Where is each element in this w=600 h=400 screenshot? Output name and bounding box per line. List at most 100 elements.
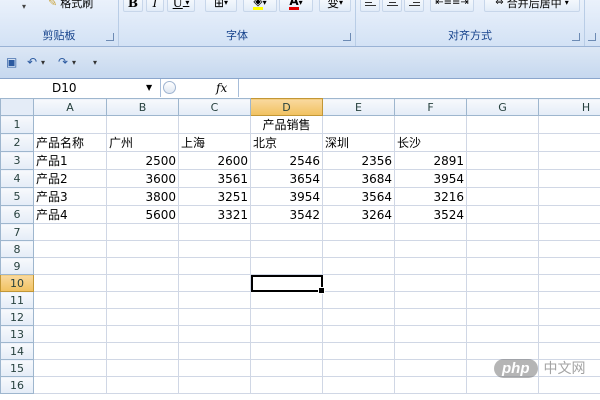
row-header[interactable]: 14 xyxy=(0,342,34,360)
row-header[interactable]: 5 xyxy=(0,187,34,206)
cell[interactable] xyxy=(178,308,251,326)
cell[interactable]: 3800 xyxy=(106,187,179,206)
cell[interactable] xyxy=(394,240,467,258)
cell[interactable] xyxy=(322,359,395,377)
cell[interactable] xyxy=(466,115,539,134)
cell[interactable] xyxy=(394,274,467,292)
cell[interactable]: 3600 xyxy=(106,169,179,188)
cell[interactable]: 5600 xyxy=(106,205,179,224)
expand-circle-icon[interactable] xyxy=(163,81,176,94)
cell[interactable]: 广州 xyxy=(106,133,179,152)
cell[interactable] xyxy=(322,274,395,292)
cell[interactable] xyxy=(33,274,107,292)
cell[interactable]: 3216 xyxy=(394,187,467,206)
cell[interactable] xyxy=(250,376,323,394)
italic-button[interactable]: I xyxy=(146,0,164,12)
cell[interactable] xyxy=(250,308,323,326)
cell[interactable] xyxy=(538,187,600,206)
cell[interactable] xyxy=(106,291,179,309)
column-header-selected[interactable]: D xyxy=(250,98,323,116)
cell[interactable] xyxy=(33,115,107,134)
font-color-button[interactable]: A ▾ xyxy=(279,0,313,12)
redo-icon[interactable]: ↷ xyxy=(58,55,68,69)
row-header[interactable]: 7 xyxy=(0,223,34,241)
cell[interactable] xyxy=(178,359,251,377)
cell[interactable] xyxy=(466,325,539,343)
cell[interactable] xyxy=(466,342,539,360)
cell[interactable] xyxy=(106,325,179,343)
cell[interactable] xyxy=(178,257,251,275)
cell[interactable] xyxy=(250,291,323,309)
cell[interactable]: 3251 xyxy=(178,187,251,206)
cell[interactable] xyxy=(178,376,251,394)
row-header[interactable]: 12 xyxy=(0,308,34,326)
cell[interactable] xyxy=(33,291,107,309)
cell[interactable]: 产品2 xyxy=(33,169,107,188)
cell[interactable] xyxy=(538,240,600,258)
cell[interactable] xyxy=(538,325,600,343)
name-box-dropdown-icon[interactable]: ▼ xyxy=(146,79,152,97)
select-all-corner[interactable] xyxy=(0,98,34,116)
cell[interactable] xyxy=(538,151,600,170)
cell[interactable] xyxy=(322,376,395,394)
cell[interactable] xyxy=(394,223,467,241)
cell[interactable] xyxy=(322,308,395,326)
cell[interactable] xyxy=(33,308,107,326)
cell[interactable]: 上海 xyxy=(178,133,251,152)
column-header[interactable]: H xyxy=(538,98,600,116)
cell[interactable]: 2500 xyxy=(106,151,179,170)
align-left-button[interactable] xyxy=(360,0,380,12)
cell[interactable]: 产品名称 xyxy=(33,133,107,152)
align-center-button[interactable] xyxy=(382,0,402,12)
cell[interactable] xyxy=(538,291,600,309)
cell[interactable] xyxy=(33,342,107,360)
row-header-selected[interactable]: 10 xyxy=(0,274,34,292)
cell[interactable]: 3542 xyxy=(250,205,323,224)
formula-input[interactable] xyxy=(239,79,600,97)
cell[interactable] xyxy=(178,115,251,134)
cell[interactable] xyxy=(322,325,395,343)
cell[interactable] xyxy=(33,257,107,275)
align-right-button[interactable] xyxy=(404,0,424,12)
cell[interactable] xyxy=(466,133,539,152)
cell[interactable] xyxy=(33,359,107,377)
cell[interactable] xyxy=(106,359,179,377)
cell[interactable] xyxy=(538,308,600,326)
cell[interactable] xyxy=(106,342,179,360)
row-header[interactable]: 16 xyxy=(0,376,34,394)
cell[interactable]: 3564 xyxy=(322,187,395,206)
cell[interactable]: 2356 xyxy=(322,151,395,170)
cell[interactable] xyxy=(466,240,539,258)
cell[interactable] xyxy=(538,257,600,275)
cell[interactable]: 3561 xyxy=(178,169,251,188)
row-header[interactable]: 2 xyxy=(0,133,34,152)
cell[interactable]: 产品3 xyxy=(33,187,107,206)
merge-center-button[interactable]: ⇔ 合并后居中 ▾ xyxy=(484,0,580,12)
cell[interactable] xyxy=(394,308,467,326)
row-header[interactable]: 13 xyxy=(0,325,34,343)
row-header[interactable]: 4 xyxy=(0,169,34,188)
cell[interactable] xyxy=(394,291,467,309)
cell[interactable] xyxy=(538,169,600,188)
cell[interactable]: 产品4 xyxy=(33,205,107,224)
row-header[interactable]: 8 xyxy=(0,240,34,258)
cell[interactable] xyxy=(466,205,539,224)
font-dialog-launcher[interactable] xyxy=(343,33,351,41)
underline-button[interactable]: U ▾ xyxy=(167,0,195,12)
cell[interactable] xyxy=(466,223,539,241)
cell[interactable] xyxy=(178,274,251,292)
row-header[interactable]: 6 xyxy=(0,205,34,224)
cell[interactable] xyxy=(466,274,539,292)
cell[interactable] xyxy=(466,151,539,170)
cell[interactable] xyxy=(466,187,539,206)
phonetic-guide-button[interactable]: 变 ▾ xyxy=(319,0,351,12)
cell[interactable]: 2891 xyxy=(394,151,467,170)
cell[interactable] xyxy=(178,342,251,360)
cell[interactable] xyxy=(106,274,179,292)
column-header[interactable]: C xyxy=(178,98,251,116)
cell[interactable] xyxy=(466,257,539,275)
cell[interactable]: 3654 xyxy=(250,169,323,188)
cell[interactable] xyxy=(538,133,600,152)
undo-dropdown-icon[interactable]: ▾ xyxy=(41,58,45,67)
cell[interactable] xyxy=(538,205,600,224)
